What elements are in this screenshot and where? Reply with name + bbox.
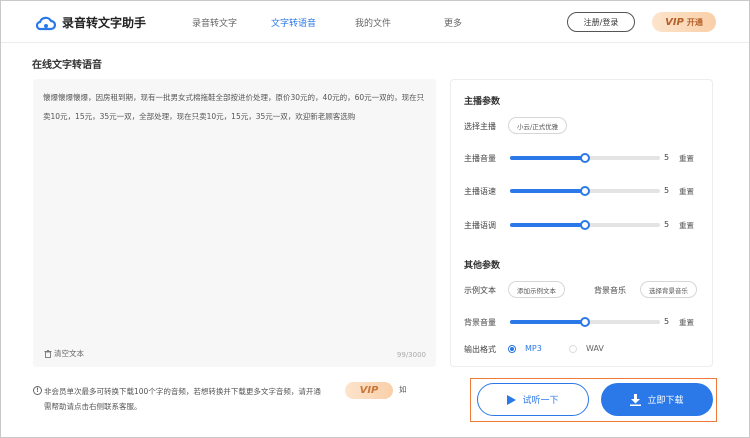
sample-text-label: 示例文本 xyxy=(464,286,496,295)
section-title: 在线文字转语音 xyxy=(32,60,102,71)
anchor-params-heading: 主播参数 xyxy=(464,97,501,107)
volume-reset-button[interactable]: 重置 xyxy=(679,153,694,164)
clear-text-button[interactable]: 清空文本 xyxy=(44,348,84,359)
format-label: 输出格式 xyxy=(464,345,496,354)
pitch-label: 主播语调 xyxy=(464,221,496,230)
radio-dot xyxy=(569,344,577,353)
clear-text-label: 清空文本 xyxy=(54,349,84,358)
nav-item-audio-to-text[interactable]: 录音转文字 xyxy=(192,16,237,29)
pitch-reset-button[interactable]: 重置 xyxy=(679,220,694,231)
params-panel: 主播参数 选择主播 小云/正式优雅 主播音量 5 重置 主播语速 5 重置 主播… xyxy=(450,79,713,367)
other-params-heading: 其他参数 xyxy=(464,261,501,271)
slider-fill xyxy=(510,156,585,160)
download-label: 立即下载 xyxy=(647,396,684,406)
vip-open-button[interactable]: VIP 开通 xyxy=(652,12,716,32)
notice-vip-button[interactable]: VIP xyxy=(345,382,393,399)
format-wav-radio[interactable]: WAV xyxy=(569,344,604,353)
top-nav: 录音转文字助手 录音转文字 文字转语音 我的文件 更多 注册/登录 VIP 开通 xyxy=(1,1,749,43)
preview-listen-button[interactable]: 试听一下 xyxy=(477,383,589,416)
preview-listen-label: 试听一下 xyxy=(522,396,559,406)
speed-value: 5 xyxy=(664,186,670,195)
format-wav-label: WAV xyxy=(586,344,604,353)
volume-label: 主播音量 xyxy=(464,154,496,163)
vip-mark: VIP xyxy=(665,16,684,28)
volume-slider[interactable] xyxy=(510,153,660,163)
notice-tail: 如 xyxy=(399,385,407,394)
speed-slider[interactable] xyxy=(510,186,660,196)
bg-volume-slider[interactable] xyxy=(510,317,660,327)
nav-item-more[interactable]: 更多 xyxy=(444,16,462,29)
slider-fill xyxy=(510,223,585,227)
slider-handle[interactable] xyxy=(580,317,590,327)
slider-fill xyxy=(510,189,585,193)
bg-volume-reset-button[interactable]: 重置 xyxy=(679,317,694,328)
slider-handle[interactable] xyxy=(580,153,590,163)
slider-handle[interactable] xyxy=(580,186,590,196)
speed-reset-button[interactable]: 重置 xyxy=(679,186,694,197)
app-title: 录音转文字助手 xyxy=(62,16,147,30)
notice-text: 非会员单次最多可转换下载100个字的音频，若想转换并下载更多文字音频，请开通 需… xyxy=(44,384,334,414)
char-count: 99/3000 xyxy=(396,351,426,359)
bg-volume-value: 5 xyxy=(664,317,670,326)
nav-item-text-to-speech[interactable]: 文字转语音 xyxy=(271,16,316,29)
volume-value: 5 xyxy=(664,153,670,162)
pitch-slider[interactable] xyxy=(510,220,660,230)
radio-dot xyxy=(508,344,516,353)
bg-volume-label: 背景音量 xyxy=(464,318,496,327)
format-mp3-radio[interactable]: MP3 xyxy=(508,344,542,353)
play-icon xyxy=(507,394,517,405)
text-editor[interactable]: 懐爆懐爆懐爆，因房租到期，现有一批男女式棉拖鞋全部按进价处理，原价30元的，40… xyxy=(33,79,436,367)
add-sample-text-button[interactable]: 添加示例文本 xyxy=(508,281,565,298)
slider-fill xyxy=(510,320,585,324)
download-icon xyxy=(630,393,642,406)
vip-open-label: 开通 xyxy=(686,17,703,27)
editor-content[interactable]: 懐爆懐爆懐爆，因房租到期，现有一批男女式棉拖鞋全部按进价处理，原价30元的，40… xyxy=(43,88,428,126)
speed-label: 主播语速 xyxy=(464,187,496,196)
format-mp3-label: MP3 xyxy=(525,344,542,353)
notice-line2: 需帮助请点击右侧联系客服。 xyxy=(44,402,142,411)
login-button[interactable]: 注册/登录 xyxy=(567,12,635,32)
select-bgm-button[interactable]: 选择背景音乐 xyxy=(640,281,697,298)
trash-icon xyxy=(44,349,52,358)
cloud-logo-icon xyxy=(36,16,56,31)
download-button[interactable]: 立即下载 xyxy=(601,383,713,416)
bgm-label: 背景音乐 xyxy=(594,286,626,295)
anchor-label: 选择主播 xyxy=(464,122,496,131)
slider-handle[interactable] xyxy=(580,220,590,230)
notice-line1: 非会员单次最多可转换下载100个字的音频，若想转换并下载更多文字音频，请开通 xyxy=(44,387,321,396)
info-icon: ! xyxy=(33,386,42,395)
nav-item-my-files[interactable]: 我的文件 xyxy=(355,16,391,29)
anchor-select-button[interactable]: 小云/正式优雅 xyxy=(508,117,568,134)
pitch-value: 5 xyxy=(664,220,670,229)
